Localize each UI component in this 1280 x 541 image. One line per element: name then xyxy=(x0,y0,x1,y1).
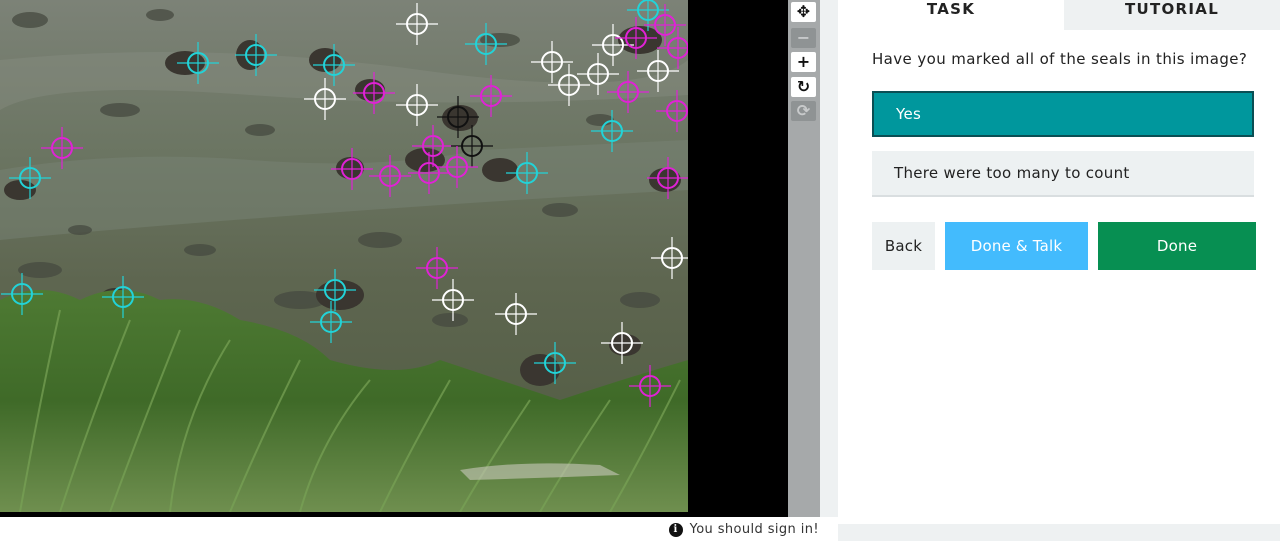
image-viewer[interactable] xyxy=(0,0,788,517)
seal-photo[interactable] xyxy=(0,0,688,512)
task-panel: TASK TUTORIAL Have you marked all of the… xyxy=(838,0,1280,524)
info-icon: i xyxy=(668,522,683,537)
answer-too-many-option[interactable]: There were too many to count xyxy=(872,151,1254,197)
done-and-talk-button[interactable]: Done & Talk xyxy=(945,222,1088,270)
back-button[interactable]: Back xyxy=(872,222,935,270)
task-question: Have you marked all of the seals in this… xyxy=(872,50,1248,68)
move-icon[interactable]: ✥ xyxy=(791,2,816,22)
answer-yes-option[interactable]: Yes xyxy=(872,91,1254,137)
viewer-toolbar: ✥ − + ↻ ⟳ xyxy=(788,0,820,517)
tab-tutorial[interactable]: TUTORIAL xyxy=(1064,0,1280,30)
answer-too-many-label: There were too many to count xyxy=(894,164,1130,182)
sign-in-notice[interactable]: i You should sign in! xyxy=(668,522,819,537)
done-button[interactable]: Done xyxy=(1098,222,1256,270)
zoom-out-icon[interactable]: − xyxy=(791,28,816,48)
panel-footer-strip xyxy=(838,524,1280,541)
tab-task[interactable]: TASK xyxy=(838,0,1064,30)
below-viewer-bar: i You should sign in! xyxy=(0,517,838,541)
zoom-in-icon[interactable]: + xyxy=(791,52,816,72)
answer-yes-label: Yes xyxy=(896,105,922,123)
rotate-icon[interactable]: ↻ xyxy=(791,77,816,97)
reset-icon[interactable]: ⟳ xyxy=(791,101,816,121)
sign-in-text: You should sign in! xyxy=(689,522,819,537)
